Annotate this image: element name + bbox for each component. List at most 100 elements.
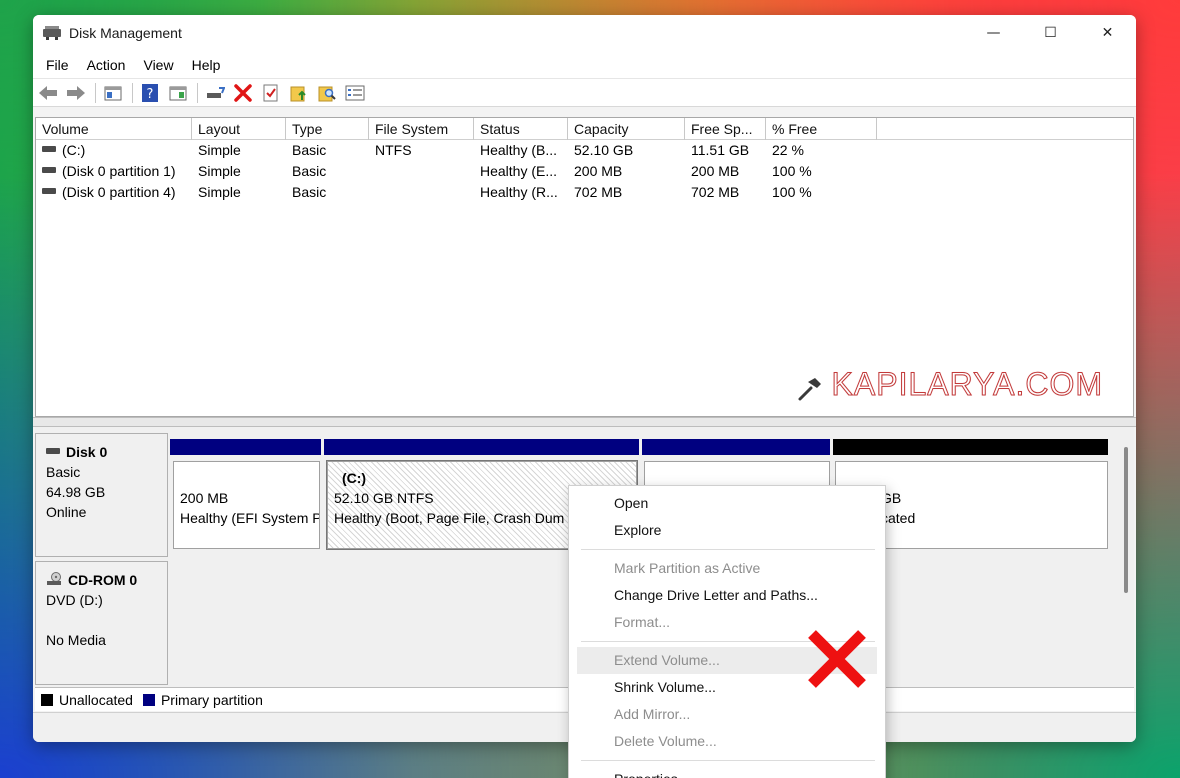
folder-up-icon[interactable] xyxy=(288,82,310,104)
pane-splitter[interactable] xyxy=(33,417,1136,427)
column-header-file-system[interactable]: File System xyxy=(369,118,474,140)
action-pane-icon[interactable] xyxy=(167,82,189,104)
title-bar: Disk Management — ☐ ✕ xyxy=(33,15,1136,51)
menu-separator xyxy=(581,549,875,550)
hammer-logo-icon xyxy=(798,378,821,401)
cell-type: Basic xyxy=(292,142,327,158)
cell-capacity: 702 MB xyxy=(574,184,623,200)
back-arrow-icon[interactable] xyxy=(37,82,59,104)
partition-bar-unallocated xyxy=(833,439,1108,455)
disk-name: Disk 0 xyxy=(66,444,108,460)
menu-separator xyxy=(581,760,875,761)
partition-bar-recovery xyxy=(642,439,830,455)
cell-free-space: 11.51 GB xyxy=(691,142,750,158)
help-icon[interactable]: ? xyxy=(139,82,161,104)
primary-swatch xyxy=(142,693,155,706)
window-title: Disk Management xyxy=(69,25,182,41)
cell-status: Healthy (B... xyxy=(480,142,558,158)
disk-label-disk0[interactable]: Disk 0 Basic 64.98 GB Online xyxy=(35,433,168,557)
menu-item-explore[interactable]: Explore xyxy=(569,517,885,544)
maximize-button[interactable]: ☐ xyxy=(1022,15,1079,51)
disk-management-icon xyxy=(43,26,61,40)
cell-free-space: 200 MB xyxy=(691,163,740,179)
disk-state: No Media xyxy=(46,632,106,648)
menu-view[interactable]: View xyxy=(134,51,182,79)
column-header-percent-free[interactable]: % Free xyxy=(766,118,877,140)
toolbar-separator xyxy=(132,82,133,103)
close-button[interactable]: ✕ xyxy=(1079,15,1136,51)
table-row[interactable]: (C:) Simple Basic NTFS Healthy (B... 52.… xyxy=(36,140,1133,161)
drive-icon xyxy=(46,448,60,455)
disk-type: DVD (D:) xyxy=(46,592,103,608)
cell-file-system xyxy=(369,182,474,203)
cell-layout: Simple xyxy=(198,184,241,200)
console-tree-icon[interactable] xyxy=(102,82,124,104)
drive-icon xyxy=(42,146,56,153)
menu-item-properties[interactable]: Properties xyxy=(569,766,885,778)
cell-layout: Simple xyxy=(198,163,241,179)
disk-state: Online xyxy=(46,504,87,520)
delete-icon[interactable] xyxy=(232,82,254,104)
table-row[interactable]: (Disk 0 partition 1) Simple Basic Health… xyxy=(36,161,1133,182)
menu-help[interactable]: Help xyxy=(183,51,230,79)
toolbar: ? xyxy=(33,79,1136,107)
volume-list[interactable]: Volume Layout Type File System Status Ca… xyxy=(35,117,1134,417)
partition-efi[interactable]: 200 MB Healthy (EFI System P xyxy=(173,461,320,549)
disk-type: Basic xyxy=(46,464,81,480)
cdrom-icon xyxy=(47,572,61,586)
cell-percent-free: 100 % xyxy=(772,184,812,200)
unallocated-swatch xyxy=(41,693,53,706)
cell-status: Healthy (R... xyxy=(480,184,558,200)
cell-free-space: 702 MB xyxy=(691,184,740,200)
cell-status: Healthy (E... xyxy=(480,163,558,179)
properties-check-icon[interactable] xyxy=(260,82,282,104)
svg-text:?: ? xyxy=(147,87,154,102)
watermark-text: KAPILARYA.COM xyxy=(831,366,1103,403)
folder-search-icon[interactable] xyxy=(316,82,338,104)
cell-percent-free: 100 % xyxy=(772,163,812,179)
settings-list-icon[interactable] xyxy=(344,82,366,104)
drive-icon xyxy=(42,188,56,195)
toolbar-separator xyxy=(197,82,198,103)
disk-name: CD-ROM 0 xyxy=(68,572,138,588)
partition-bar-efi xyxy=(170,439,321,455)
drive-icon xyxy=(42,167,56,174)
menu-item-open[interactable]: Open xyxy=(569,490,885,517)
cell-capacity: 200 MB xyxy=(574,163,623,179)
column-header-layout[interactable]: Layout xyxy=(192,118,286,140)
red-cross-icon xyxy=(808,630,866,688)
cell-volume: (Disk 0 partition 4) xyxy=(62,184,176,200)
minimize-button[interactable]: — xyxy=(965,15,1022,51)
partition-bar-c xyxy=(324,439,639,455)
column-header-free-space[interactable]: Free Sp... xyxy=(685,118,766,140)
cell-type: Basic xyxy=(292,184,327,200)
connect-drive-icon[interactable] xyxy=(204,82,226,104)
cell-volume: (Disk 0 partition 1) xyxy=(62,163,176,179)
disk-size: 64.98 GB xyxy=(46,484,106,500)
legend-primary: Primary partition xyxy=(160,691,263,708)
volume-list-header: Volume Layout Type File System Status Ca… xyxy=(36,118,1133,140)
disk-pane-scrollbar[interactable] xyxy=(1124,447,1128,593)
menu-action[interactable]: Action xyxy=(78,51,135,79)
forward-arrow-icon[interactable] xyxy=(65,82,87,104)
column-header-volume[interactable]: Volume xyxy=(36,118,192,140)
toolbar-separator xyxy=(95,82,96,103)
cell-type: Basic xyxy=(292,163,327,179)
legend-unallocated: Unallocated xyxy=(59,691,133,708)
menu-item-delete-volume: Delete Volume... xyxy=(614,733,717,749)
column-header-status[interactable]: Status xyxy=(474,118,568,140)
disk-label-cdrom0[interactable]: CD-ROM 0 DVD (D:) No Media xyxy=(35,561,168,685)
cell-file-system xyxy=(369,161,474,182)
menu-item-change-drive-letter[interactable]: Change Drive Letter and Paths... xyxy=(569,582,885,609)
cell-layout: Simple xyxy=(198,142,241,158)
menu-file[interactable]: File xyxy=(37,51,78,79)
column-header-capacity[interactable]: Capacity xyxy=(568,118,685,140)
menu-bar: File Action View Help xyxy=(33,51,1136,79)
cell-percent-free: 22 % xyxy=(772,142,804,158)
table-row[interactable]: (Disk 0 partition 4) Simple Basic Health… xyxy=(36,182,1133,203)
cell-volume: (C:) xyxy=(62,142,86,158)
column-header-type[interactable]: Type xyxy=(286,118,369,140)
cell-capacity: 52.10 GB xyxy=(574,142,634,158)
menu-item-add-mirror: Add Mirror... xyxy=(614,706,691,722)
partition-status: Healthy (EFI System P xyxy=(180,510,320,526)
